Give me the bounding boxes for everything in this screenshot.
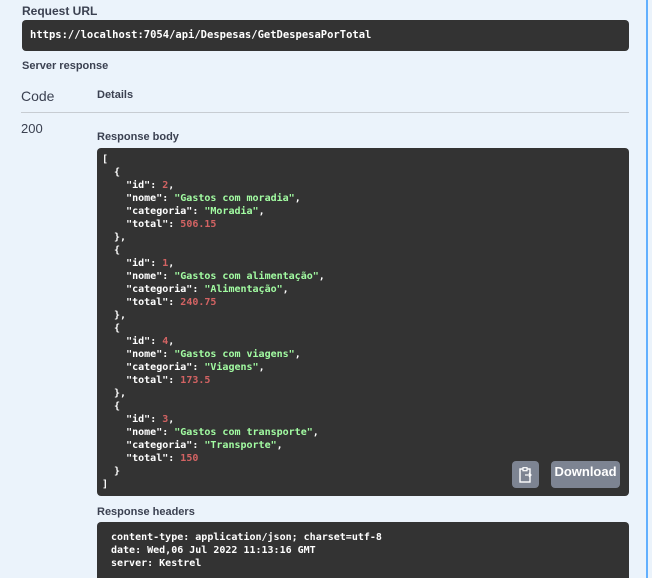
json-key: "nome" xyxy=(126,349,163,360)
status-code: 200 xyxy=(21,121,43,136)
json-value-nome: "Gastos com transporte" xyxy=(174,427,313,438)
json-key: "id" xyxy=(126,414,151,425)
json-key: "total" xyxy=(126,453,169,464)
json-value-id: 3 xyxy=(162,414,169,425)
json-key: "categoria" xyxy=(126,362,193,373)
response-headers-label: Response headers xyxy=(97,506,195,518)
json-key: "nome" xyxy=(126,193,163,204)
json-value-id: 1 xyxy=(162,258,169,269)
header-divider xyxy=(21,112,629,113)
response-headers: content-type: application/json; charset=… xyxy=(97,522,629,578)
json-key: "id" xyxy=(126,336,151,347)
response-body-json: [ { "id": 2, "nome": "Gastos com moradia… xyxy=(102,154,325,490)
json-value-categoria: "Viagens" xyxy=(204,362,259,373)
request-url-box: https://localhost:7054/api/Despesas/GetD… xyxy=(22,20,629,51)
response-headers-text: content-type: application/json; charset=… xyxy=(111,531,382,570)
request-url-label: Request URL xyxy=(22,4,98,18)
copy-to-clipboard-button[interactable] xyxy=(512,461,539,488)
json-value-id: 4 xyxy=(162,336,169,347)
json-key: "total" xyxy=(126,219,169,230)
json-value-nome: "Gastos com viagens" xyxy=(174,349,295,360)
json-key: "categoria" xyxy=(126,440,193,451)
json-key: "nome" xyxy=(126,271,163,282)
code-column-header: Code xyxy=(21,88,55,104)
json-value-total: 506.15 xyxy=(180,219,217,230)
json-value-total: 240.75 xyxy=(180,297,217,308)
json-value-nome: "Gastos com alimentação" xyxy=(174,271,319,282)
json-key: "categoria" xyxy=(126,284,193,295)
json-key: "total" xyxy=(126,375,169,386)
json-key: "total" xyxy=(126,297,169,308)
json-value-nome: "Gastos com moradia" xyxy=(174,193,295,204)
header-line: server: Kestrel xyxy=(111,558,202,569)
response-body-label: Response body xyxy=(97,131,179,143)
header-line: content-type: application/json; charset=… xyxy=(111,532,382,543)
json-value-id: 2 xyxy=(162,180,169,191)
json-key: "id" xyxy=(126,258,151,269)
clipboard-icon xyxy=(518,466,532,483)
json-value-categoria: "Transporte" xyxy=(204,440,277,451)
header-line: date: Wed,06 Jul 2022 11:13:16 GMT xyxy=(111,545,316,556)
json-key: "categoria" xyxy=(126,206,193,217)
json-value-categoria: "Alimentação" xyxy=(204,284,283,295)
response-body[interactable]: [ { "id": 2, "nome": "Gastos com moradia… xyxy=(97,148,629,496)
json-value-total: 150 xyxy=(180,453,199,464)
json-key: "id" xyxy=(126,180,151,191)
download-button[interactable]: Download xyxy=(551,461,620,488)
json-key: "nome" xyxy=(126,427,163,438)
json-value-total: 173.5 xyxy=(180,375,211,386)
details-column-header: Details xyxy=(97,89,134,101)
request-url-text: https://localhost:7054/api/Despesas/GetD… xyxy=(30,29,372,41)
json-value-categoria: "Moradia" xyxy=(204,206,259,217)
server-response-label: Server response xyxy=(22,60,109,72)
